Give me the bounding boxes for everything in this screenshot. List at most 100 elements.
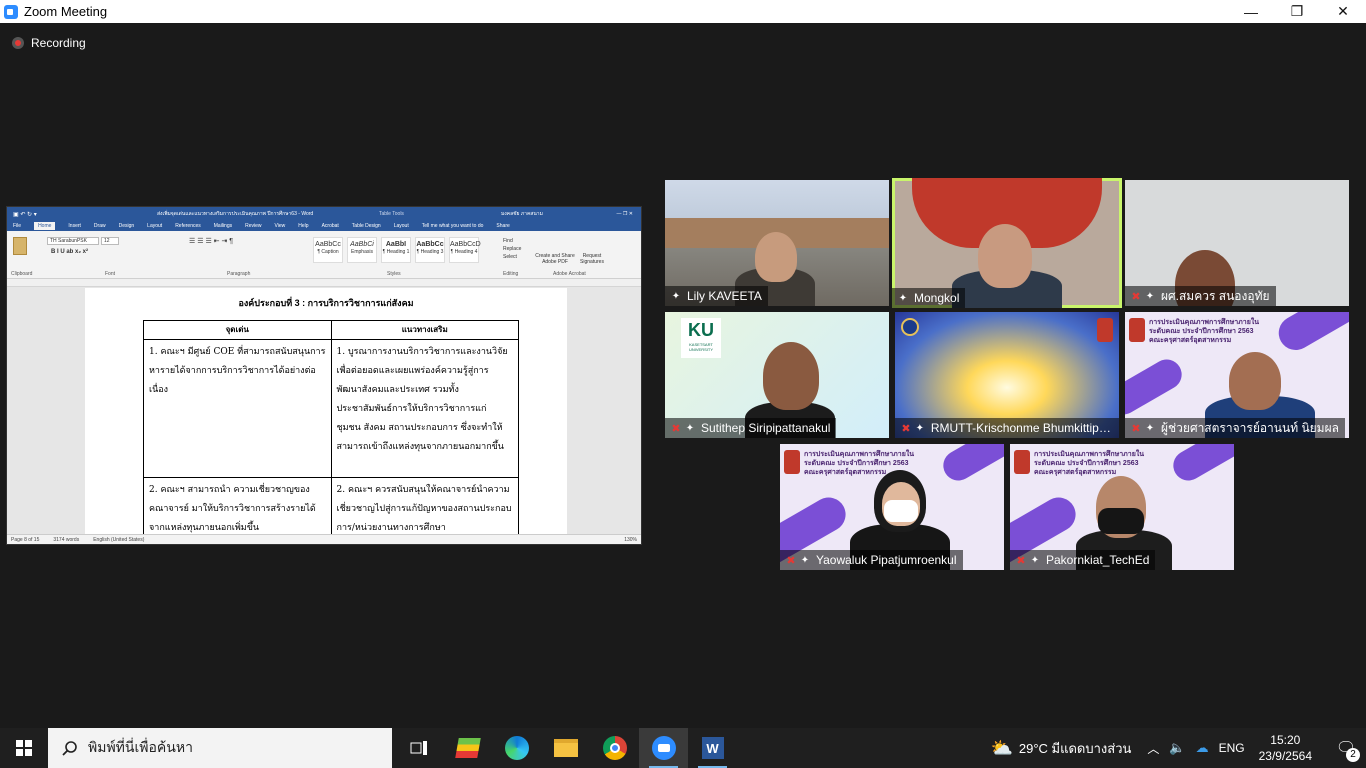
- create-pdf-button[interactable]: Create and Share Adobe PDF: [535, 253, 575, 265]
- slide-title: การประเมินคุณภาพการศึกษาภายใน ระดับคณะ ปร…: [1149, 319, 1260, 344]
- taskbar-app-word[interactable]: W: [688, 728, 737, 768]
- notification-center-button[interactable]: 🗨 2: [1326, 728, 1366, 768]
- minimize-button[interactable]: —: [1228, 0, 1274, 23]
- task-view-button[interactable]: [394, 728, 443, 768]
- shared-screen[interactable]: ▣ ↶ ↻ ▾ ส่งเพิ่มจุดเด่นและแนวทางเสริมการ…: [6, 206, 642, 545]
- word-share[interactable]: Share: [496, 223, 509, 229]
- pin-icon[interactable]: ✦: [669, 289, 683, 303]
- font-name-box[interactable]: TH SarabunPSK: [47, 237, 99, 245]
- style-item[interactable]: AaBbCc ¶ Heading 3: [415, 237, 445, 263]
- word-tab[interactable]: Layout: [147, 223, 162, 229]
- close-button[interactable]: ✕: [1320, 0, 1366, 23]
- volume-icon[interactable]: 🔈: [1169, 740, 1185, 756]
- format-buttons-icon[interactable]: B I U ab x₂ x²: [51, 249, 88, 255]
- muted-mic-icon: ✖: [671, 422, 681, 435]
- weather-icon[interactable]: ⛅: [990, 738, 1012, 759]
- recording-icon: [12, 37, 24, 49]
- ku-logo: KU KASETSART UNIVERSITY: [681, 318, 721, 358]
- table-cell[interactable]: 1. คณะฯ มีศูนย์ COE ที่สามารถสนับสนุนการ…: [143, 339, 332, 478]
- find-button[interactable]: Find: [503, 237, 521, 245]
- show-hidden-icons-icon[interactable]: ︿: [1147, 740, 1159, 757]
- table-cell[interactable]: 2. คณะฯ ควรสนับสนุนให้คณาจารย์นำความเชี่…: [330, 477, 519, 542]
- word-ribbon-tabs: File Home Insert Draw Design Layout Refe…: [7, 221, 641, 231]
- pin-icon[interactable]: ✦: [1143, 421, 1157, 435]
- video-tile[interactable]: ✖ ✦ ผศ.สมควร สนองอุทัย: [1125, 180, 1349, 306]
- word-tell-me[interactable]: Tell me what you want to do: [422, 223, 484, 229]
- word-tab[interactable]: Mailings: [214, 223, 232, 229]
- recording-indicator[interactable]: Recording: [12, 36, 86, 50]
- word-tab[interactable]: Acrobat: [322, 223, 339, 229]
- word-tab[interactable]: References: [175, 223, 201, 229]
- video-tile[interactable]: ✖ ✦ RMUTT-Krischonme Bhumkittipich: [895, 312, 1119, 438]
- table-cell[interactable]: 1. บูรณาการงานบริการวิชาการและงานวิจัยเพ…: [330, 339, 519, 478]
- word-tab[interactable]: Table Design: [352, 223, 381, 229]
- pin-icon[interactable]: ✦: [683, 421, 697, 435]
- taskbar-app-chrome[interactable]: [590, 728, 639, 768]
- clock-time: 15:20: [1270, 733, 1301, 747]
- video-tile[interactable]: KU KASETSART UNIVERSITY ✖ ✦ Sutithep Sir…: [665, 312, 889, 438]
- word-statusbar: Page 8 of 15 3174 words English (United …: [7, 534, 641, 544]
- table-cell[interactable]: 2. คณะฯ สามารถนำ ความเชี่ยวชาญของคณาจารย…: [143, 477, 332, 542]
- pin-icon[interactable]: ✦: [1143, 289, 1157, 303]
- video-tile[interactable]: ✦ Lily KAVEETA: [665, 180, 889, 306]
- video-tile[interactable]: การประเมินคุณภาพการศึกษาภายใน ระดับคณะ ปร…: [780, 444, 1004, 570]
- style-item[interactable]: AaBbCcD ¶ Heading 4: [449, 237, 481, 263]
- taskbar-clock[interactable]: 15:20 23/9/2564: [1259, 732, 1312, 764]
- word-tab[interactable]: Review: [245, 223, 261, 229]
- pin-icon[interactable]: ✦: [798, 553, 812, 567]
- video-tile[interactable]: การประเมินคุณภาพการศึกษาภายใน ระดับคณะ ปร…: [1125, 312, 1349, 438]
- pin-icon[interactable]: ✦: [913, 421, 927, 435]
- word-tab[interactable]: File: [13, 223, 21, 229]
- clock-date: 23/9/2564: [1258, 749, 1312, 763]
- select-button[interactable]: Select: [503, 253, 521, 261]
- input-language[interactable]: ENG: [1219, 741, 1245, 755]
- taskbar-app-bluestacks[interactable]: [443, 728, 492, 768]
- taskbar-app-zoom[interactable]: [639, 728, 688, 768]
- windows-taskbar: พิมพ์ที่นี่เพื่อค้นหา W ⛅ 29°C มีแดดบางส…: [0, 728, 1366, 768]
- participant-namebar: ✦ Lily KAVEETA: [665, 286, 768, 306]
- paragraph-buttons-icon[interactable]: ☰ ☰ ☰ ⇤ ⇥ ¶: [189, 237, 233, 245]
- decor-shape: [1167, 444, 1234, 486]
- style-item[interactable]: AaBbI ¶ Heading 1: [381, 237, 411, 263]
- word-tab[interactable]: Help: [298, 223, 308, 229]
- bluestacks-icon: [454, 738, 481, 758]
- replace-button[interactable]: Replace: [503, 245, 521, 253]
- word-tab[interactable]: Insert: [68, 223, 81, 229]
- paste-icon[interactable]: [13, 237, 27, 255]
- participant-namebar: ✖ ✦ Pakornkiat_TechEd: [1010, 550, 1156, 570]
- font-size-box[interactable]: 12: [101, 237, 119, 245]
- taskbar-search[interactable]: พิมพ์ที่นี่เพื่อค้นหา: [48, 728, 392, 768]
- word-page[interactable]: องค์ประกอบที่ 3 : การบริการวิชาการแก่สัง…: [85, 288, 567, 542]
- decor-shape: [1125, 354, 1188, 420]
- language: English (United States): [93, 536, 145, 543]
- table-header: จุดเด่น: [143, 320, 332, 340]
- request-signatures-button[interactable]: Request Signatures: [579, 253, 605, 265]
- participant-name: RMUTT-Krischonme Bhumkittipich: [930, 421, 1113, 435]
- weather-text[interactable]: 29°C มีแดดบางส่วน: [1019, 738, 1132, 759]
- word-tab[interactable]: Layout: [394, 223, 409, 229]
- restore-button[interactable]: ❐: [1274, 0, 1320, 23]
- task-view-icon: [410, 741, 427, 755]
- table-header-row: จุดเด่น แนวทางเสริม: [143, 320, 519, 340]
- taskbar-app-explorer[interactable]: [541, 728, 590, 768]
- pin-icon[interactable]: ✦: [1028, 553, 1042, 567]
- style-item[interactable]: AaBbCc ¶ Caption: [313, 237, 343, 263]
- video-tile[interactable]: การประเมินคุณภาพการศึกษาภายใน ระดับคณะ ปร…: [1010, 444, 1234, 570]
- pin-icon[interactable]: ✦: [896, 291, 910, 305]
- video-tile-active-speaker[interactable]: ✦ Mongkol: [892, 178, 1122, 308]
- style-item[interactable]: AaBbCi Emphasis: [347, 237, 377, 263]
- styles-gallery[interactable]: AaBbCc ¶ Caption AaBbCi Emphasis AaBbI ¶ He…: [313, 237, 481, 263]
- word-tab[interactable]: Design: [119, 223, 135, 229]
- word-tab[interactable]: View: [275, 223, 286, 229]
- page-count: Page 8 of 15: [11, 536, 40, 543]
- word-tab[interactable]: Home: [34, 222, 56, 230]
- onedrive-icon[interactable]: ☁: [1196, 740, 1209, 756]
- word-ribbon: TH SarabunPSK 12 B I U ab x₂ x² ☰ ☰ ☰ ⇤ …: [7, 231, 641, 279]
- participant-namebar: ✖ ✦ ผู้ช่วยศาสตราจารย์อานนท์ นิยมผล: [1125, 418, 1345, 438]
- word-ruler[interactable]: [7, 279, 641, 287]
- recording-label: Recording: [31, 36, 86, 50]
- doc-table[interactable]: จุดเด่น แนวทางเสริม 1. คณะฯ มีศูนย์ COE …: [143, 320, 519, 542]
- taskbar-app-edge[interactable]: [492, 728, 541, 768]
- start-button[interactable]: [0, 728, 48, 768]
- word-tab[interactable]: Draw: [94, 223, 106, 229]
